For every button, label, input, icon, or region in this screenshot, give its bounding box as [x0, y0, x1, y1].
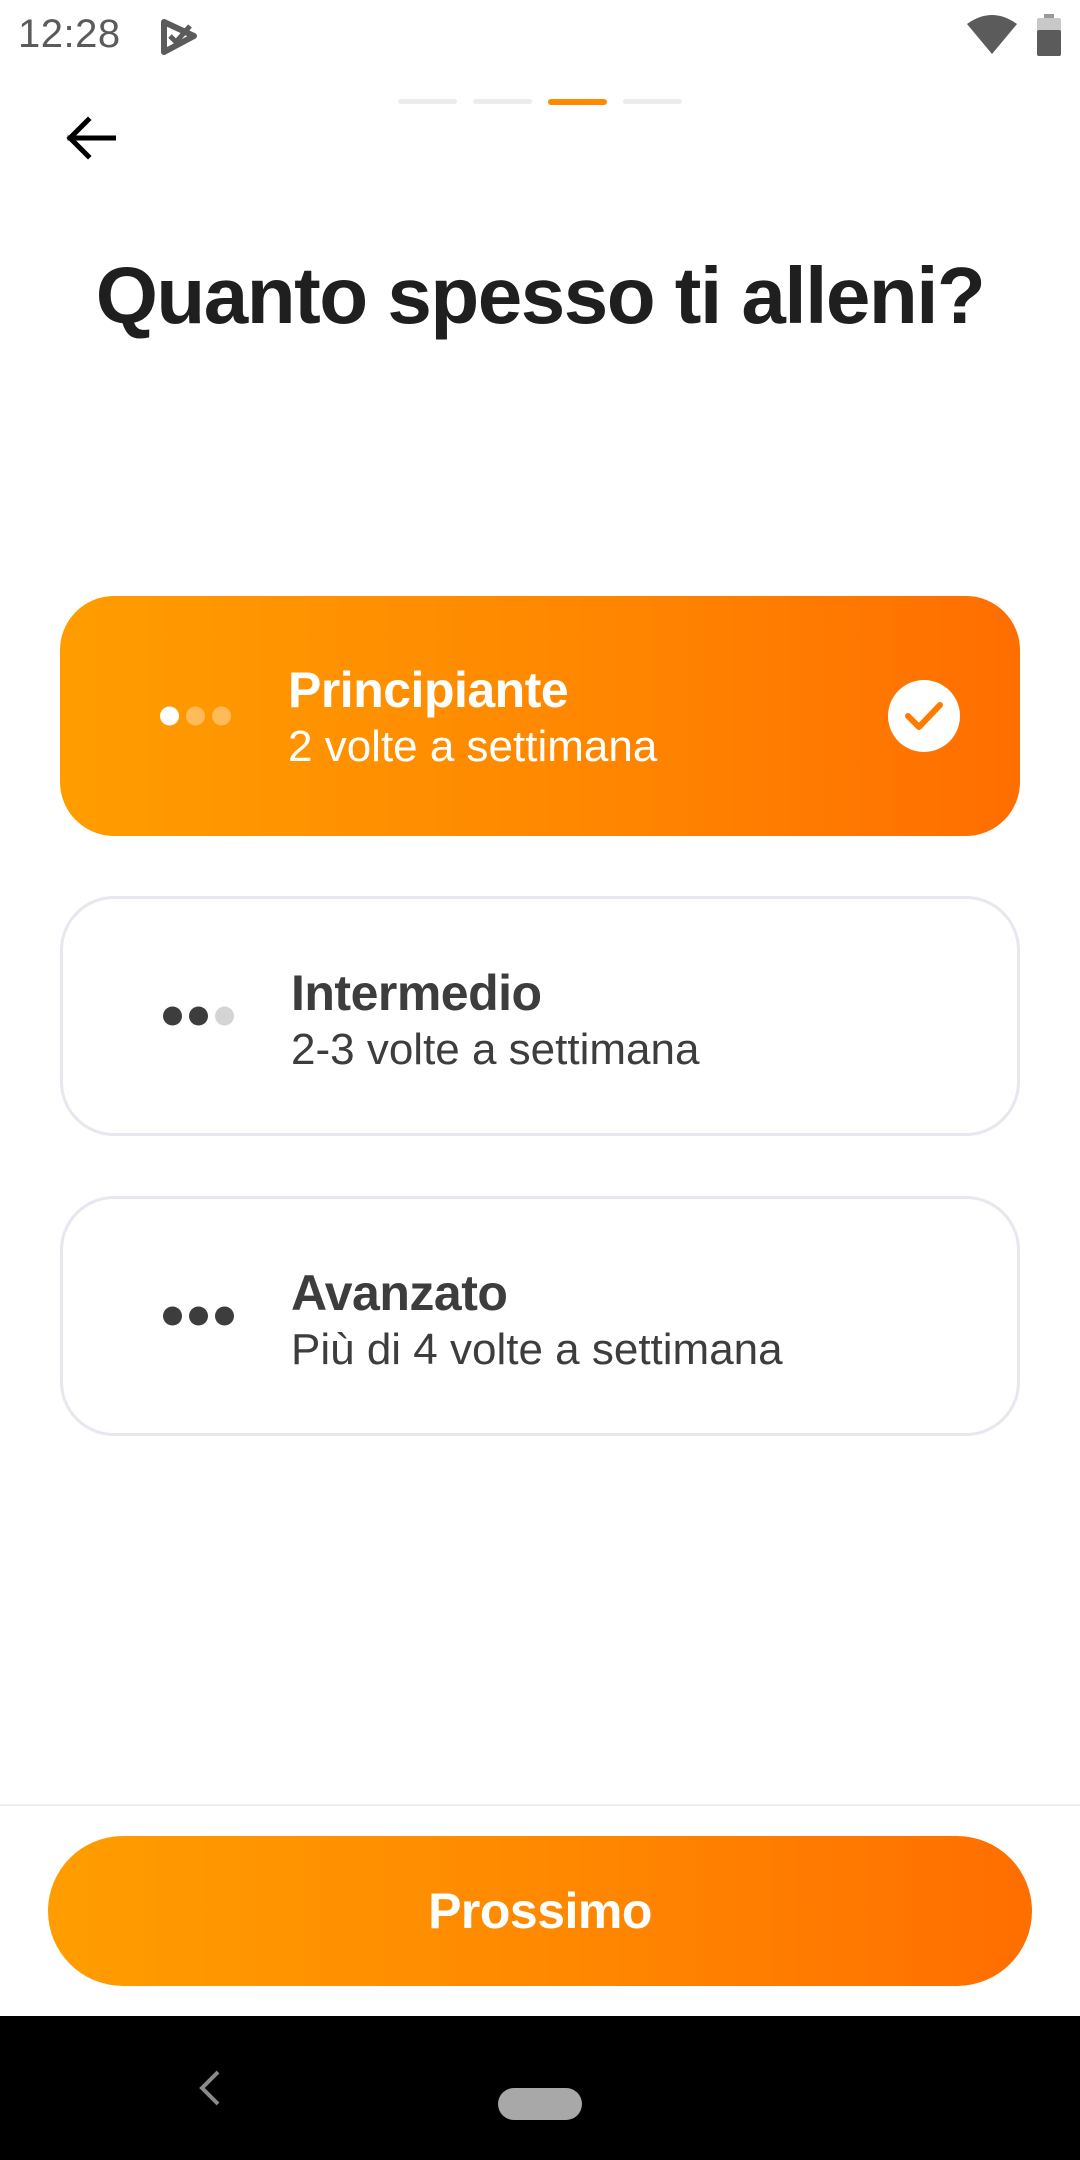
level-dot [163, 1306, 182, 1326]
back-button[interactable] [58, 106, 122, 170]
option-title: Principiante [288, 662, 569, 718]
progress-step [548, 99, 607, 105]
option-subtitle: Più di 4 volte a settimana [291, 1325, 783, 1374]
progress-indicator [398, 99, 682, 105]
option-subtitle: 2-3 volte a settimana [291, 1025, 700, 1074]
selected-check-badge [888, 680, 960, 752]
option-title: Avanzato [291, 1265, 508, 1321]
progress-step [473, 99, 532, 104]
divider [0, 1804, 1080, 1806]
next-button-label: Prossimo [428, 1883, 652, 1939]
arrow-left-icon [66, 116, 116, 160]
level-dots-icon [163, 1306, 234, 1326]
level-dot [160, 706, 179, 726]
level-dot [186, 706, 205, 726]
level-dot [215, 1306, 234, 1326]
progress-step [398, 99, 457, 104]
level-dot [215, 1006, 234, 1026]
level-dots-icon [160, 706, 231, 726]
option-title: Intermedio [291, 965, 542, 1021]
battery-icon [1037, 14, 1061, 56]
level-dot [163, 1006, 182, 1026]
play-check-icon [161, 19, 197, 55]
next-button[interactable]: Prossimo [48, 1836, 1032, 1986]
option-card-avanzato[interactable]: Avanzato Più di 4 volte a settimana [60, 1196, 1020, 1436]
status-time: 12:28 [18, 12, 121, 56]
checkmark-icon [905, 702, 943, 730]
option-card-intermedio[interactable]: Intermedio 2-3 volte a settimana [60, 896, 1020, 1136]
status-bar: 12:28 [0, 0, 1080, 72]
progress-step [623, 99, 682, 104]
nav-home-button[interactable] [498, 2088, 582, 2120]
level-dots-icon [163, 1006, 234, 1026]
nav-back-icon[interactable] [190, 2066, 230, 2110]
screen: 12:28 Quanto spesso ti alleni? Principia… [0, 0, 1080, 2160]
option-subtitle: 2 volte a settimana [288, 722, 658, 771]
option-card-principiante[interactable]: Principiante 2 volte a settimana [60, 596, 1020, 836]
level-dot [189, 1006, 208, 1026]
wifi-icon [967, 15, 1017, 54]
level-dot [189, 1306, 208, 1326]
page-title: Quanto spesso ti alleni? [95, 251, 986, 340]
system-nav-bar [0, 2016, 1080, 2160]
level-dot [212, 706, 231, 726]
